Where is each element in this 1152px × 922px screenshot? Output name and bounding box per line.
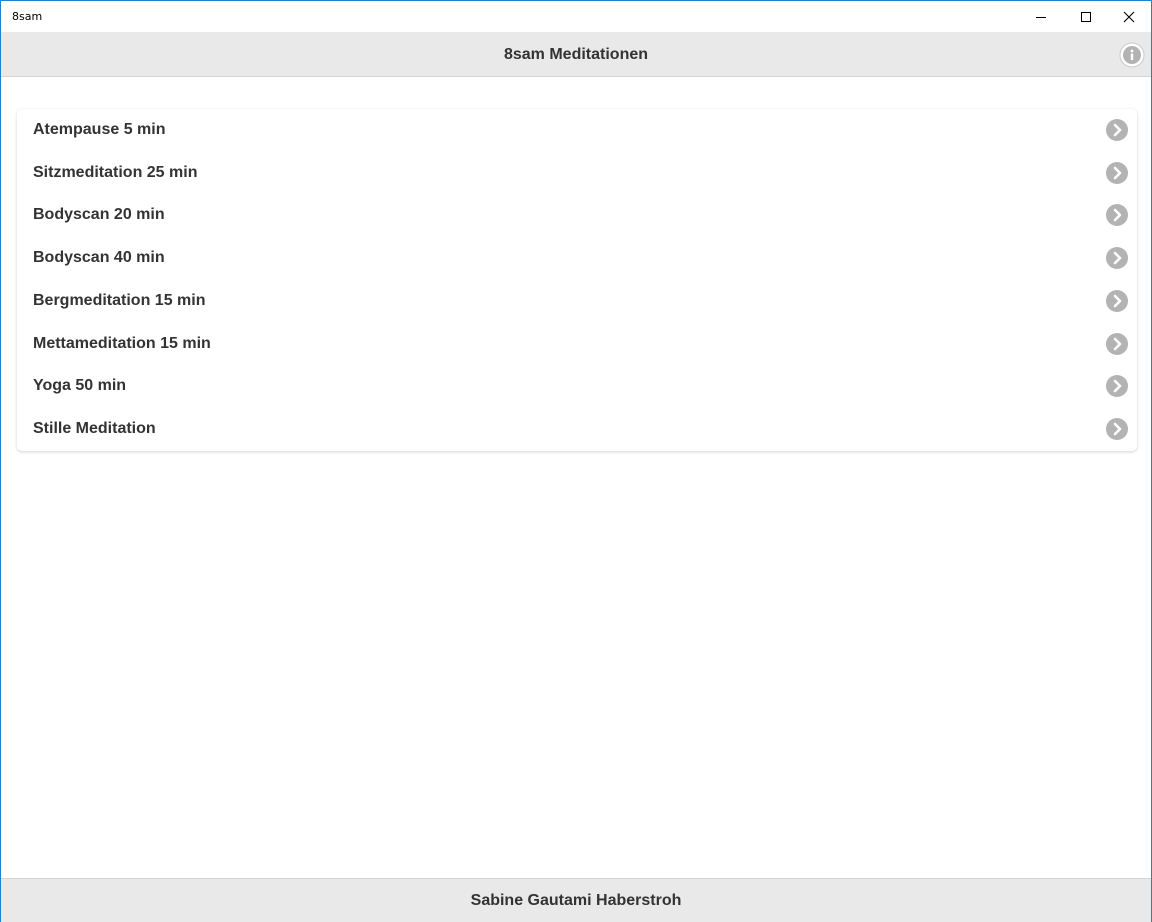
chevron-right-icon: [1106, 375, 1128, 398]
list-item-label: Stille Meditation: [33, 419, 156, 437]
chevron-right-icon: [1106, 119, 1128, 141]
close-button[interactable]: [1107, 1, 1151, 32]
list-item[interactable]: Bodyscan 40 min: [17, 237, 1137, 280]
list-item-label: Atempause 5 min: [33, 121, 166, 138]
app-window: 8sam 8sam Meditationen Atempause 5 min S…: [0, 0, 1152, 922]
window-titlebar[interactable]: 8sam: [1, 1, 1151, 32]
chevron-right-icon: [1106, 204, 1128, 227]
chevron-right-icon: [1106, 417, 1128, 440]
maximize-button[interactable]: [1064, 1, 1108, 32]
chevron-right-icon: [1106, 289, 1128, 312]
list-item[interactable]: Bodyscan 20 min: [17, 194, 1137, 237]
list-item[interactable]: Sitzmeditation 25 min: [17, 152, 1137, 195]
list-item-label: Yoga 50 min: [33, 377, 127, 395]
list-item[interactable]: Mettameditation 15 min: [17, 323, 1137, 366]
maximize-icon: [1081, 11, 1091, 22]
info-button[interactable]: [1119, 42, 1145, 68]
list-item[interactable]: Yoga 50 min: [17, 365, 1137, 408]
chevron-right-icon: [1106, 247, 1128, 270]
app-footer: Sabine Gautami Haberstroh: [1, 878, 1151, 922]
page-title: 8sam Meditationen: [503, 46, 649, 63]
chevron-right-icon: [1106, 332, 1128, 355]
minimize-icon: [1036, 16, 1046, 18]
list-item[interactable]: Stille Meditation: [17, 408, 1137, 451]
chevron-right-icon: [1106, 161, 1128, 184]
close-icon: [1123, 11, 1135, 22]
info-icon: [1119, 42, 1145, 68]
list-item-label: Bodyscan 40 min: [33, 249, 165, 267]
list-item[interactable]: Atempause 5 min: [17, 109, 1137, 152]
window-title: 8sam: [12, 10, 43, 23]
minimize-button[interactable]: [1019, 1, 1063, 32]
list-item-label: Bodyscan 20 min: [33, 206, 165, 224]
author-name: Sabine Gautami Haberstroh: [470, 892, 682, 909]
list-item-label: Mettameditation 15 min: [33, 334, 211, 352]
list-item[interactable]: Bergmeditation 15 min: [17, 280, 1137, 323]
app-header: 8sam Meditationen: [1, 32, 1151, 77]
meditation-list: Atempause 5 min Sitzmeditation 25 min Bo…: [17, 109, 1137, 451]
list-item-label: Sitzmeditation 25 min: [33, 163, 198, 181]
list-item-label: Bergmeditation 15 min: [33, 291, 206, 309]
